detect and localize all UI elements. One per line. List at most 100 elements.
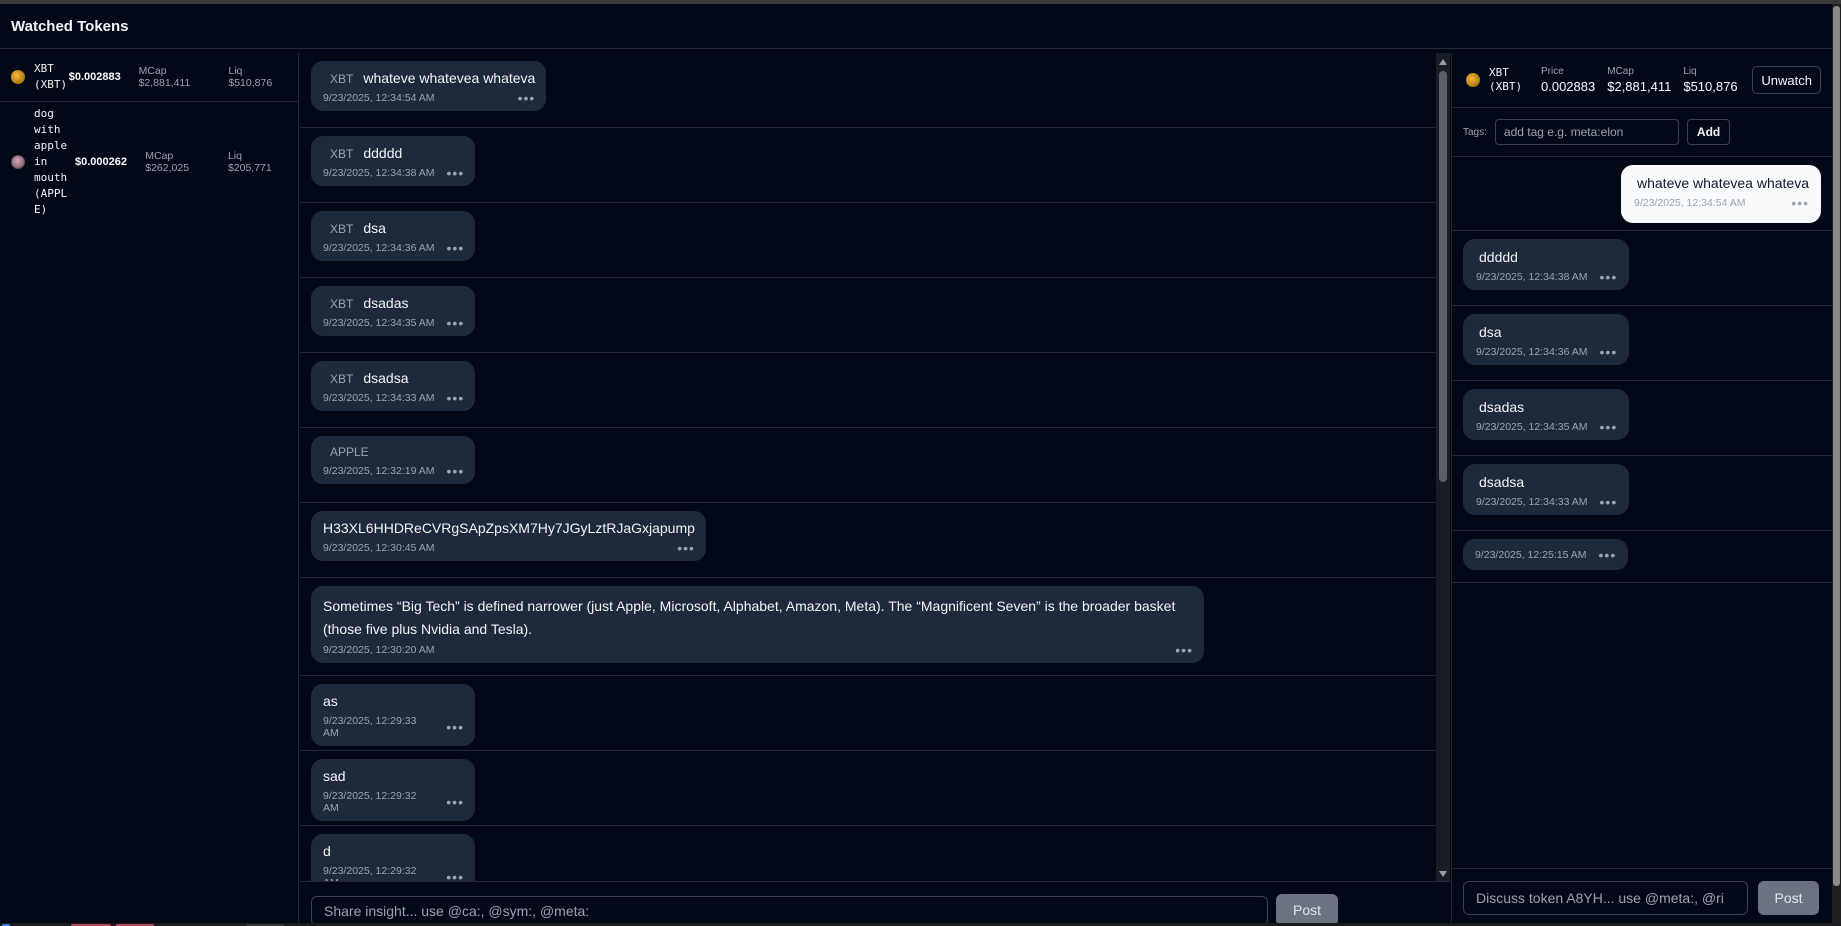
tag-input[interactable]: [1494, 119, 1679, 145]
message-bubble[interactable]: APPLE 9/23/2025, 12:32:19 AM •••: [311, 436, 476, 484]
token-tag[interactable]: XBT: [323, 147, 363, 161]
token-name: XBT (XBT): [1489, 66, 1523, 93]
stat-value: 0.002883: [1541, 79, 1596, 94]
stat-label: Liq: [1683, 66, 1697, 77]
timestamp: 9/23/2025, 12:34:33 AM: [1476, 496, 1588, 508]
message-text: whateve whatevea whateva: [1637, 175, 1809, 191]
discussion-item: dsa 9/23/2025, 12:34:36 AM •••: [1452, 306, 1832, 381]
message-bubble[interactable]: Sometimes “Big Tech” is defined narrower…: [311, 586, 1204, 663]
token-price: $0.000262: [74, 156, 127, 168]
timestamp: 9/23/2025, 12:34:38 AM: [1476, 271, 1588, 283]
message-text: Sometimes “Big Tech” is defined narrower…: [323, 598, 1176, 637]
page-title: Watched Tokens: [11, 17, 129, 35]
message-bubble[interactable]: dsadsa 9/23/2025, 12:34:33 AM •••: [1463, 464, 1630, 515]
tags-row: Tags: Add: [1452, 108, 1832, 157]
more-options-icon[interactable]: •••: [434, 795, 464, 809]
timestamp: 9/23/2025, 12:34:35 AM: [1476, 421, 1588, 433]
discussion-item: 9/23/2025, 12:25:15 AM •••: [1452, 531, 1832, 583]
more-options-icon[interactable]: •••: [434, 870, 464, 881]
message-bubble[interactable]: dsadas 9/23/2025, 12:34:35 AM •••: [1463, 389, 1630, 440]
message-bubble[interactable]: dsa 9/23/2025, 12:34:36 AM •••: [1463, 314, 1630, 365]
more-options-icon[interactable]: •••: [435, 241, 465, 255]
discussion-input[interactable]: [1463, 881, 1748, 915]
message-bubble[interactable]: XBT whateve whatevea whateva 9/23/2025, 1…: [311, 61, 547, 111]
more-options-icon[interactable]: •••: [434, 720, 464, 734]
token-tag[interactable]: XBT: [323, 372, 363, 386]
token-row-xbt[interactable]: XBT (XBT) $0.002883 MCap $2,881,411 Liq …: [0, 53, 298, 102]
timestamp: 9/23/2025, 12:29:33 AM: [323, 715, 417, 739]
stat-value: $2,881,411: [1607, 79, 1672, 94]
token-liq: Liq $510,876: [228, 65, 273, 89]
feed-item: H33XL6HHDReCVRgSApZpsXM7Hy7JGyLztRJaGxja…: [300, 503, 1436, 578]
title-bar: Watched Tokens: [0, 4, 1841, 49]
message-text: dsadas: [1479, 399, 1525, 415]
more-options-icon[interactable]: •••: [435, 316, 465, 330]
timestamp: 9/23/2025, 12:30:45 AM: [323, 542, 435, 554]
more-options-icon[interactable]: •••: [1163, 643, 1193, 657]
insight-input[interactable]: [311, 896, 1268, 926]
more-options-icon[interactable]: •••: [506, 91, 536, 105]
token-row-apple[interactable]: dog with apple in mouth (APPLE) $0.00026…: [0, 102, 298, 216]
feed-item: XBT dsadas 9/23/2025, 12:34:35 AM •••: [300, 278, 1436, 353]
message-bubble[interactable]: sad 9/23/2025, 12:29:32 AM •••: [311, 759, 475, 821]
message-text: H33XL6HHDReCVRgSApZpsXM7Hy7JGyLztRJaGxja…: [323, 520, 695, 536]
stat-label: MCap: [1607, 66, 1634, 77]
add-tag-button[interactable]: Add: [1686, 119, 1731, 145]
unwatch-button[interactable]: Unwatch: [1752, 66, 1821, 94]
more-options-icon[interactable]: •••: [1588, 420, 1618, 434]
own-message-bubble[interactable]: whateve whatevea whateva 9/23/2025, 12:3…: [1621, 165, 1821, 223]
timestamp: 9/23/2025, 12:29:32 AM: [323, 865, 417, 881]
scroll-down-arrow-icon[interactable]: [1439, 871, 1447, 877]
feed-item: XBT ddddd 9/23/2025, 12:34:38 AM •••: [300, 128, 1436, 203]
message-text: dsadas: [363, 295, 409, 311]
more-options-icon[interactable]: •••: [1588, 270, 1618, 284]
more-options-icon[interactable]: •••: [1587, 548, 1617, 562]
more-options-icon[interactable]: •••: [435, 166, 465, 180]
window-scrollbar[interactable]: [1832, 4, 1841, 923]
token-price: $0.002883: [68, 71, 121, 83]
more-options-icon[interactable]: •••: [1588, 345, 1618, 359]
token-header: XBT (XBT) Price 0.002883 MCap $2,881,411 L…: [1452, 53, 1832, 108]
more-options-icon[interactable]: •••: [435, 464, 465, 478]
message-bubble[interactable]: d 9/23/2025, 12:29:32 AM •••: [311, 834, 475, 881]
message-bubble[interactable]: XBT dsa 9/23/2025, 12:34:36 AM •••: [311, 211, 476, 261]
timestamp: 9/23/2025, 12:34:38 AM: [323, 167, 435, 179]
more-options-icon[interactable]: •••: [435, 391, 465, 405]
post-button[interactable]: Post: [1758, 881, 1819, 915]
post-button[interactable]: Post: [1276, 894, 1338, 926]
token-tag[interactable]: APPLE: [323, 445, 379, 459]
timestamp: 9/23/2025, 12:34:35 AM: [323, 317, 435, 329]
message-bubble[interactable]: XBT ddddd 9/23/2025, 12:34:38 AM •••: [311, 136, 476, 186]
message-bubble[interactable]: 9/23/2025, 12:25:15 AM •••: [1463, 539, 1629, 570]
token-name: dog with apple in mouth (APPLE): [34, 107, 68, 216]
token-mcap: MCap $2,881,411: [138, 65, 191, 89]
token-tag[interactable]: XBT: [323, 72, 363, 86]
watched-tokens-sidebar: XBT (XBT) $0.002883 MCap $2,881,411 Liq …: [0, 53, 299, 923]
timestamp: 9/23/2025, 12:32:19 AM: [323, 465, 435, 477]
message-text: as: [323, 693, 338, 709]
feed-item: XBT dsa 9/23/2025, 12:34:36 AM •••: [300, 203, 1436, 278]
token-tag[interactable]: XBT: [323, 222, 363, 236]
feed-scrollbar[interactable]: [1436, 53, 1450, 881]
message-bubble[interactable]: H33XL6HHDReCVRgSApZpsXM7Hy7JGyLztRJaGxja…: [311, 511, 706, 561]
feed-item: XBT whateve whatevea whateva 9/23/2025, 1…: [300, 53, 1436, 128]
token-mcap: MCap $262,025: [145, 150, 190, 174]
message-bubble[interactable]: ddddd 9/23/2025, 12:34:38 AM •••: [1463, 239, 1630, 290]
mcap-stat: MCap $2,881,411: [1607, 66, 1671, 94]
scrollbar-thumb[interactable]: [1439, 71, 1447, 482]
message-bubble[interactable]: as 9/23/2025, 12:29:33 AM •••: [311, 684, 475, 746]
message-text: sad: [323, 768, 346, 784]
more-options-icon[interactable]: •••: [1779, 196, 1809, 210]
tags-label: Tags:: [1463, 126, 1487, 138]
app-window: Watched Tokens XBT (XBT) $0.002883 MCap …: [0, 0, 1841, 926]
more-options-icon[interactable]: •••: [665, 541, 695, 555]
insight-feed[interactable]: XBT whateve whatevea whateva 9/23/2025, 1…: [300, 53, 1436, 881]
scrollbar-thumb[interactable]: [1833, 6, 1840, 886]
timestamp: 9/23/2025, 12:34:36 AM: [323, 242, 435, 254]
token-tag[interactable]: XBT: [323, 297, 363, 311]
scroll-up-arrow-icon[interactable]: [1439, 59, 1447, 65]
message-bubble[interactable]: XBT dsadsa 9/23/2025, 12:34:33 AM •••: [311, 361, 476, 411]
timestamp: 9/23/2025, 12:30:20 AM: [323, 644, 435, 656]
more-options-icon[interactable]: •••: [1588, 495, 1618, 509]
message-bubble[interactable]: XBT dsadas 9/23/2025, 12:34:35 AM •••: [311, 286, 476, 336]
